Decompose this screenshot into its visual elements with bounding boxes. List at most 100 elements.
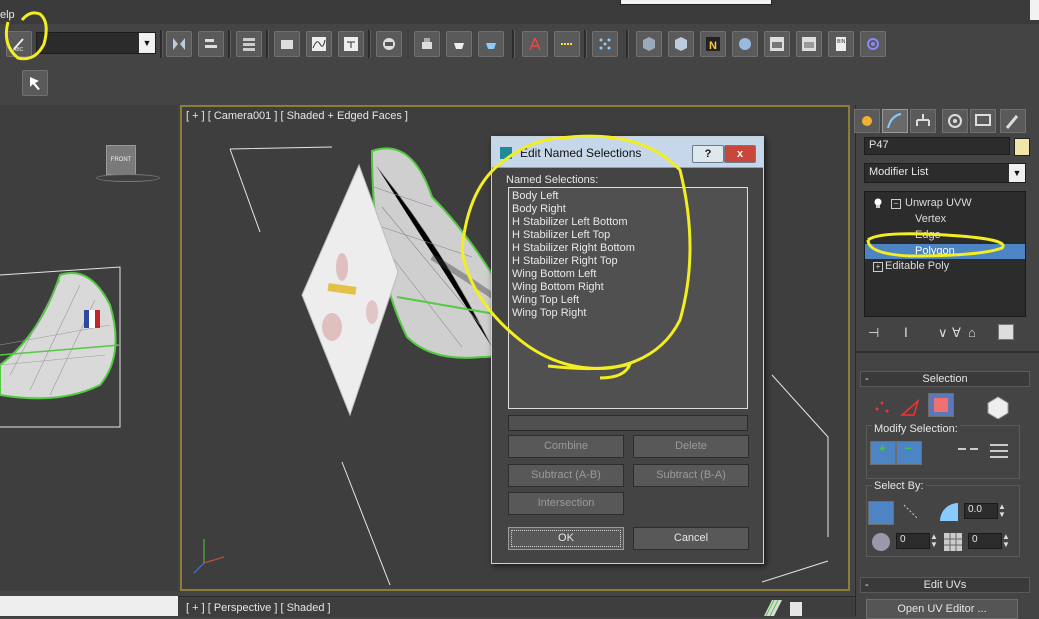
polygon-mode-button[interactable]: [928, 393, 954, 417]
n-icon[interactable]: N: [700, 31, 726, 57]
select-grid-icon[interactable]: [942, 531, 964, 553]
list-item[interactable]: H Stabilizer Left Bottom: [512, 216, 628, 229]
selection-rollout-title[interactable]: - Selection: [860, 371, 1030, 387]
selection-set-dropdown[interactable]: ▼: [36, 32, 156, 54]
list-item[interactable]: Body Right: [512, 203, 566, 216]
list-item[interactable]: H Stabilizer Right Top: [512, 255, 618, 268]
create-tab-icon[interactable]: [854, 109, 880, 133]
display-tab-icon[interactable]: [970, 109, 996, 133]
mxw-icon[interactable]: [764, 31, 790, 57]
spinner-arrows-icon[interactable]: ▲ ▼: [998, 503, 1006, 519]
perspective-viewport-label[interactable]: [ + ] [ Perspective ] [ Shaded ]: [186, 602, 331, 614]
active-shade-icon[interactable]: [522, 31, 548, 57]
mxs2-icon[interactable]: [668, 31, 694, 57]
open-uv-editor-button[interactable]: Open UV Editor ...: [866, 599, 1018, 619]
scene-explorer-icon[interactable]: [274, 31, 300, 57]
select-by-edge-icon[interactable]: [900, 501, 922, 523]
list-item[interactable]: Wing Top Right: [512, 307, 586, 320]
stack-item-editable-poly[interactable]: Editable Poly: [885, 259, 949, 274]
perspective-wireframe: [764, 599, 802, 616]
viewport-label[interactable]: [ + ] [ Camera001 ] [ Shaded + Edged Fac…: [186, 110, 408, 122]
make-unique-icon[interactable]: ∨: [938, 325, 948, 341]
cancel-button[interactable]: Cancel: [633, 527, 749, 550]
list-item[interactable]: Wing Bottom Right: [512, 281, 604, 294]
element-mode-icon[interactable]: [984, 393, 1010, 419]
configure-sets-icon[interactable]: [998, 324, 1014, 340]
grid-spinner[interactable]: 0: [968, 533, 1002, 549]
curve-editor-icon[interactable]: [306, 31, 332, 57]
angle-spinner[interactable]: 0.0: [964, 503, 998, 519]
object-color-swatch[interactable]: [1014, 138, 1030, 156]
named-selection-sets-icon[interactable]: ABC: [6, 31, 32, 57]
object-name-field[interactable]: P47: [864, 137, 1010, 155]
named-selections-list[interactable]: Body Left Body Right H Stabilizer Left B…: [508, 187, 748, 409]
list-item[interactable]: Wing Bottom Left: [512, 268, 596, 281]
viewcube-ring[interactable]: [96, 174, 160, 182]
lightbulb-icon[interactable]: [873, 198, 883, 208]
delete-button[interactable]: Delete: [633, 435, 749, 458]
list-item[interactable]: H Stabilizer Left Top: [512, 229, 610, 242]
combine-button[interactable]: Combine: [508, 435, 624, 458]
expand-icon[interactable]: +: [873, 262, 883, 272]
bin-icon[interactable]: BIN: [828, 31, 854, 57]
select-cursor-icon[interactable]: [22, 70, 48, 96]
close-button[interactable]: x: [724, 145, 756, 163]
trash-icon[interactable]: ⌂: [968, 325, 976, 340]
remove-modifier-icon[interactable]: ∀: [952, 325, 961, 341]
spinner-arrows-icon[interactable]: ▲ ▼: [1002, 533, 1010, 549]
select-by-label: Select By:: [872, 480, 926, 492]
show-end-result-icon[interactable]: Ⅰ: [904, 325, 908, 341]
left-bottom-viewport[interactable]: [0, 596, 178, 616]
stack-item-edge[interactable]: Edge: [915, 228, 941, 243]
ok-button[interactable]: OK: [508, 527, 624, 550]
dialog-titlebar[interactable]: Edit Named Selections ? x: [492, 137, 763, 168]
selection-name-field[interactable]: [508, 415, 748, 431]
align-icon[interactable]: [198, 31, 224, 57]
stack-item-vertex[interactable]: Vertex: [915, 212, 946, 227]
loop-ring-icon[interactable]: [956, 443, 1012, 463]
help-button[interactable]: ?: [692, 145, 724, 163]
subtract-b-a-button[interactable]: Subtract (B-A): [633, 464, 749, 487]
pin-stack-icon[interactable]: ⊣: [868, 325, 879, 341]
threshold-spinner[interactable]: 0: [896, 533, 930, 549]
render-icon[interactable]: [478, 31, 504, 57]
modify-tab-icon[interactable]: [882, 109, 908, 133]
dots-icon[interactable]: [592, 31, 618, 57]
modifier-stack[interactable]: − Unwrap UVW Vertex Edge Polygon + Edita…: [864, 191, 1026, 317]
sphere-icon[interactable]: [732, 31, 758, 57]
select-by-element-button[interactable]: [868, 501, 894, 525]
viewcube[interactable]: FRONT: [106, 145, 136, 175]
subtract-a-b-button[interactable]: Subtract (A-B): [508, 464, 624, 487]
intersection-button[interactable]: Intersection: [508, 492, 624, 515]
utilities-tab-icon[interactable]: [1000, 109, 1026, 133]
mxw2-icon[interactable]: [796, 31, 822, 57]
motion-tab-icon[interactable]: [942, 109, 968, 133]
select-sphere-icon[interactable]: [870, 531, 892, 553]
hierarchy-tab-icon[interactable]: [910, 109, 936, 133]
list-item[interactable]: Body Left: [512, 190, 558, 203]
gear-icon[interactable]: [860, 31, 886, 57]
shrink-selection-button[interactable]: −: [896, 441, 922, 465]
chevron-down-icon[interactable]: ▼: [1009, 164, 1025, 182]
mirror-icon[interactable]: [166, 31, 192, 57]
rendered-frame-icon[interactable]: [446, 31, 472, 57]
stack-item-polygon[interactable]: Polygon: [865, 244, 1025, 259]
mxs-icon[interactable]: [636, 31, 662, 57]
spinner-arrows-icon[interactable]: ▲ ▼: [930, 533, 938, 549]
measure-icon[interactable]: [554, 31, 580, 57]
chevron-down-icon[interactable]: ▼: [139, 33, 155, 53]
edit-uvs-rollout-title[interactable]: - Edit UVs: [860, 577, 1030, 593]
grow-selection-button[interactable]: +: [870, 441, 896, 465]
schematic-view-icon[interactable]: [338, 31, 364, 57]
list-item[interactable]: Wing Top Left: [512, 294, 579, 307]
help-menu[interactable]: elp: [0, 9, 15, 21]
collapse-icon[interactable]: −: [891, 199, 901, 209]
render-setup-icon[interactable]: [414, 31, 440, 57]
layer-manager-icon[interactable]: [236, 31, 262, 57]
material-editor-icon[interactable]: [376, 31, 402, 57]
vertex-edge-icons[interactable]: [872, 395, 932, 417]
list-item[interactable]: H Stabilizer Right Bottom: [512, 242, 635, 255]
stack-item-unwrap-uvw[interactable]: Unwrap UVW: [905, 196, 972, 211]
select-by-angle-icon[interactable]: [938, 501, 962, 523]
modifier-list-dropdown[interactable]: Modifier List ▼: [864, 163, 1026, 183]
